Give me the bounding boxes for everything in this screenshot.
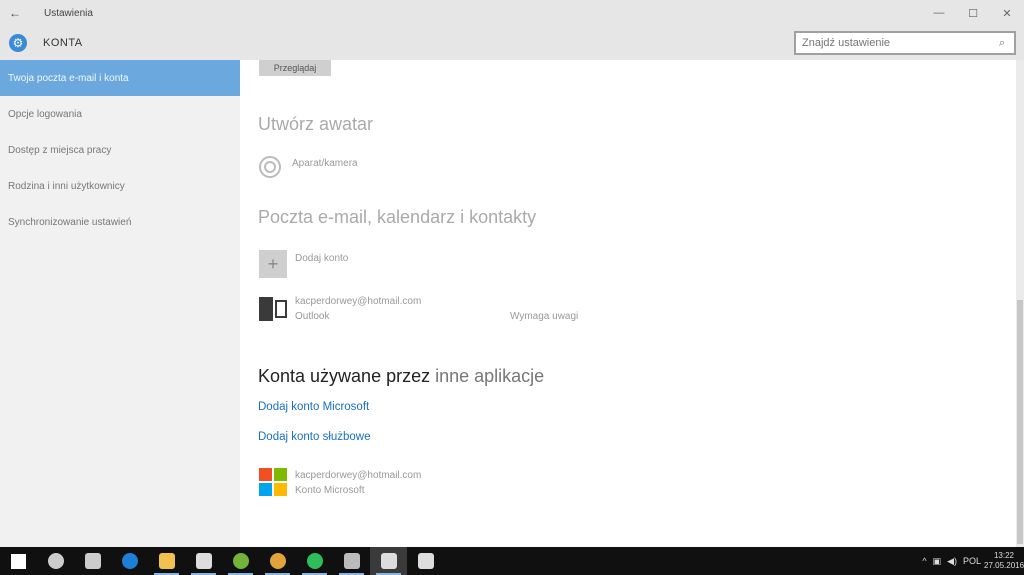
- outlook-account-status: Wymaga uwagi: [510, 311, 579, 322]
- system-tray: ^ ▣ ◀) POL 13:22 27.05.2016: [919, 547, 1024, 575]
- search-icon[interactable]: ⌕: [992, 37, 1012, 50]
- settings-header: ⚙ KONTA ⌕: [0, 26, 1024, 60]
- start-icon[interactable]: [0, 547, 37, 575]
- add-account-label[interactable]: Dodaj konto: [295, 251, 348, 266]
- messaging-icon[interactable]: [407, 547, 444, 575]
- outlook-account-app: Outlook: [295, 311, 330, 322]
- spotify-icon[interactable]: [296, 547, 333, 575]
- search-box[interactable]: ⌕: [794, 31, 1016, 55]
- section-title: KONTA: [43, 37, 83, 49]
- sidebar: Twoja poczta e-mail i konta Opcje logowa…: [0, 60, 240, 547]
- settings-app-icon[interactable]: [370, 547, 407, 575]
- microsoft-logo-icon: [259, 468, 287, 496]
- sidebar-item-family[interactable]: Rodzina i inni użytkownicy: [0, 168, 240, 204]
- vertical-scrollbar[interactable]: [1016, 60, 1024, 547]
- main-content: Przeglądaj Utwórz awatar Aparat/kamera P…: [240, 60, 1016, 547]
- outlook-account-email: kacperdorwey@hotmail.com: [295, 296, 422, 307]
- ms-logo-blue: [259, 483, 272, 496]
- ms-logo-yellow: [274, 483, 287, 496]
- camera-icon[interactable]: [259, 156, 281, 178]
- sidebar-item-sync[interactable]: Synchronizowanie ustawień: [0, 204, 240, 240]
- add-work-account-link[interactable]: Dodaj konto służbowe: [258, 431, 371, 443]
- taskbar: ^ ▣ ◀) POL 13:22 27.05.2016: [0, 547, 1024, 575]
- mail-heading: Poczta e-mail, kalendarz i kontakty: [258, 207, 537, 227]
- taskbar-apps: [0, 547, 444, 575]
- search-input[interactable]: [802, 34, 992, 52]
- add-microsoft-account-link[interactable]: Dodaj konto Microsoft: [258, 401, 369, 413]
- shield-app-icon[interactable]: [333, 547, 370, 575]
- edge-icon[interactable]: [111, 547, 148, 575]
- store-icon[interactable]: [185, 547, 222, 575]
- chrome-icon[interactable]: [259, 547, 296, 575]
- volume-icon[interactable]: ◀): [947, 556, 957, 567]
- maximize-button[interactable]: ☐: [956, 0, 990, 26]
- other-apps-heading: Konta używane przez inne aplikacje: [258, 366, 544, 387]
- file-explorer-icon[interactable]: [148, 547, 185, 575]
- other-apps-heading-part-a: Konta używane przez: [258, 366, 431, 386]
- other-apps-heading-part-b: inne aplikacje: [430, 366, 545, 386]
- task-view-icon[interactable]: [74, 547, 111, 575]
- sidebar-item-sign-in-options[interactable]: Opcje logowania: [0, 96, 240, 132]
- tray-chevron-icon[interactable]: ^: [922, 556, 926, 566]
- avatar-heading: Utwórz awatar: [258, 114, 374, 134]
- back-arrow-icon[interactable]: ←: [0, 6, 30, 20]
- scrollbar-thumb[interactable]: [1017, 300, 1023, 544]
- microsoft-account-email: kacperdorwey@hotmail.com: [295, 470, 422, 481]
- outlook-icon: [259, 295, 287, 323]
- sidebar-item-work-access[interactable]: Dostęp z miejsca pracy: [0, 132, 240, 168]
- ms-logo-red: [259, 468, 272, 481]
- microsoft-account-item[interactable]: kacperdorwey@hotmail.com Konto Microsoft: [295, 468, 421, 498]
- network-icon[interactable]: ▣: [933, 556, 942, 567]
- utorrent-icon[interactable]: [222, 547, 259, 575]
- language-indicator[interactable]: POL: [963, 556, 981, 566]
- window-controls: — ☐ ✕: [922, 0, 1024, 26]
- camera-label[interactable]: Aparat/kamera: [292, 156, 358, 171]
- minimize-button[interactable]: —: [922, 0, 956, 26]
- sidebar-item-email-accounts[interactable]: Twoja poczta e-mail i konta: [0, 60, 240, 96]
- window-title: Ustawienia: [44, 7, 93, 19]
- clock-date: 27.05.2016: [984, 561, 1024, 570]
- gear-icon: ⚙: [9, 34, 27, 52]
- search-icon[interactable]: [37, 547, 74, 575]
- ms-logo-green: [274, 468, 287, 481]
- browse-button[interactable]: Przeglądaj: [259, 60, 331, 76]
- plus-icon[interactable]: +: [259, 250, 287, 278]
- close-button[interactable]: ✕: [990, 0, 1024, 26]
- microsoft-account-type: Konto Microsoft: [295, 485, 365, 496]
- clock[interactable]: 13:22 27.05.2016: [984, 551, 1024, 571]
- outlook-account-item[interactable]: kacperdorwey@hotmail.com Outlook: [295, 294, 421, 324]
- title-bar: ← Ustawienia — ☐ ✕: [0, 0, 1024, 26]
- clock-time: 13:22: [993, 551, 1015, 560]
